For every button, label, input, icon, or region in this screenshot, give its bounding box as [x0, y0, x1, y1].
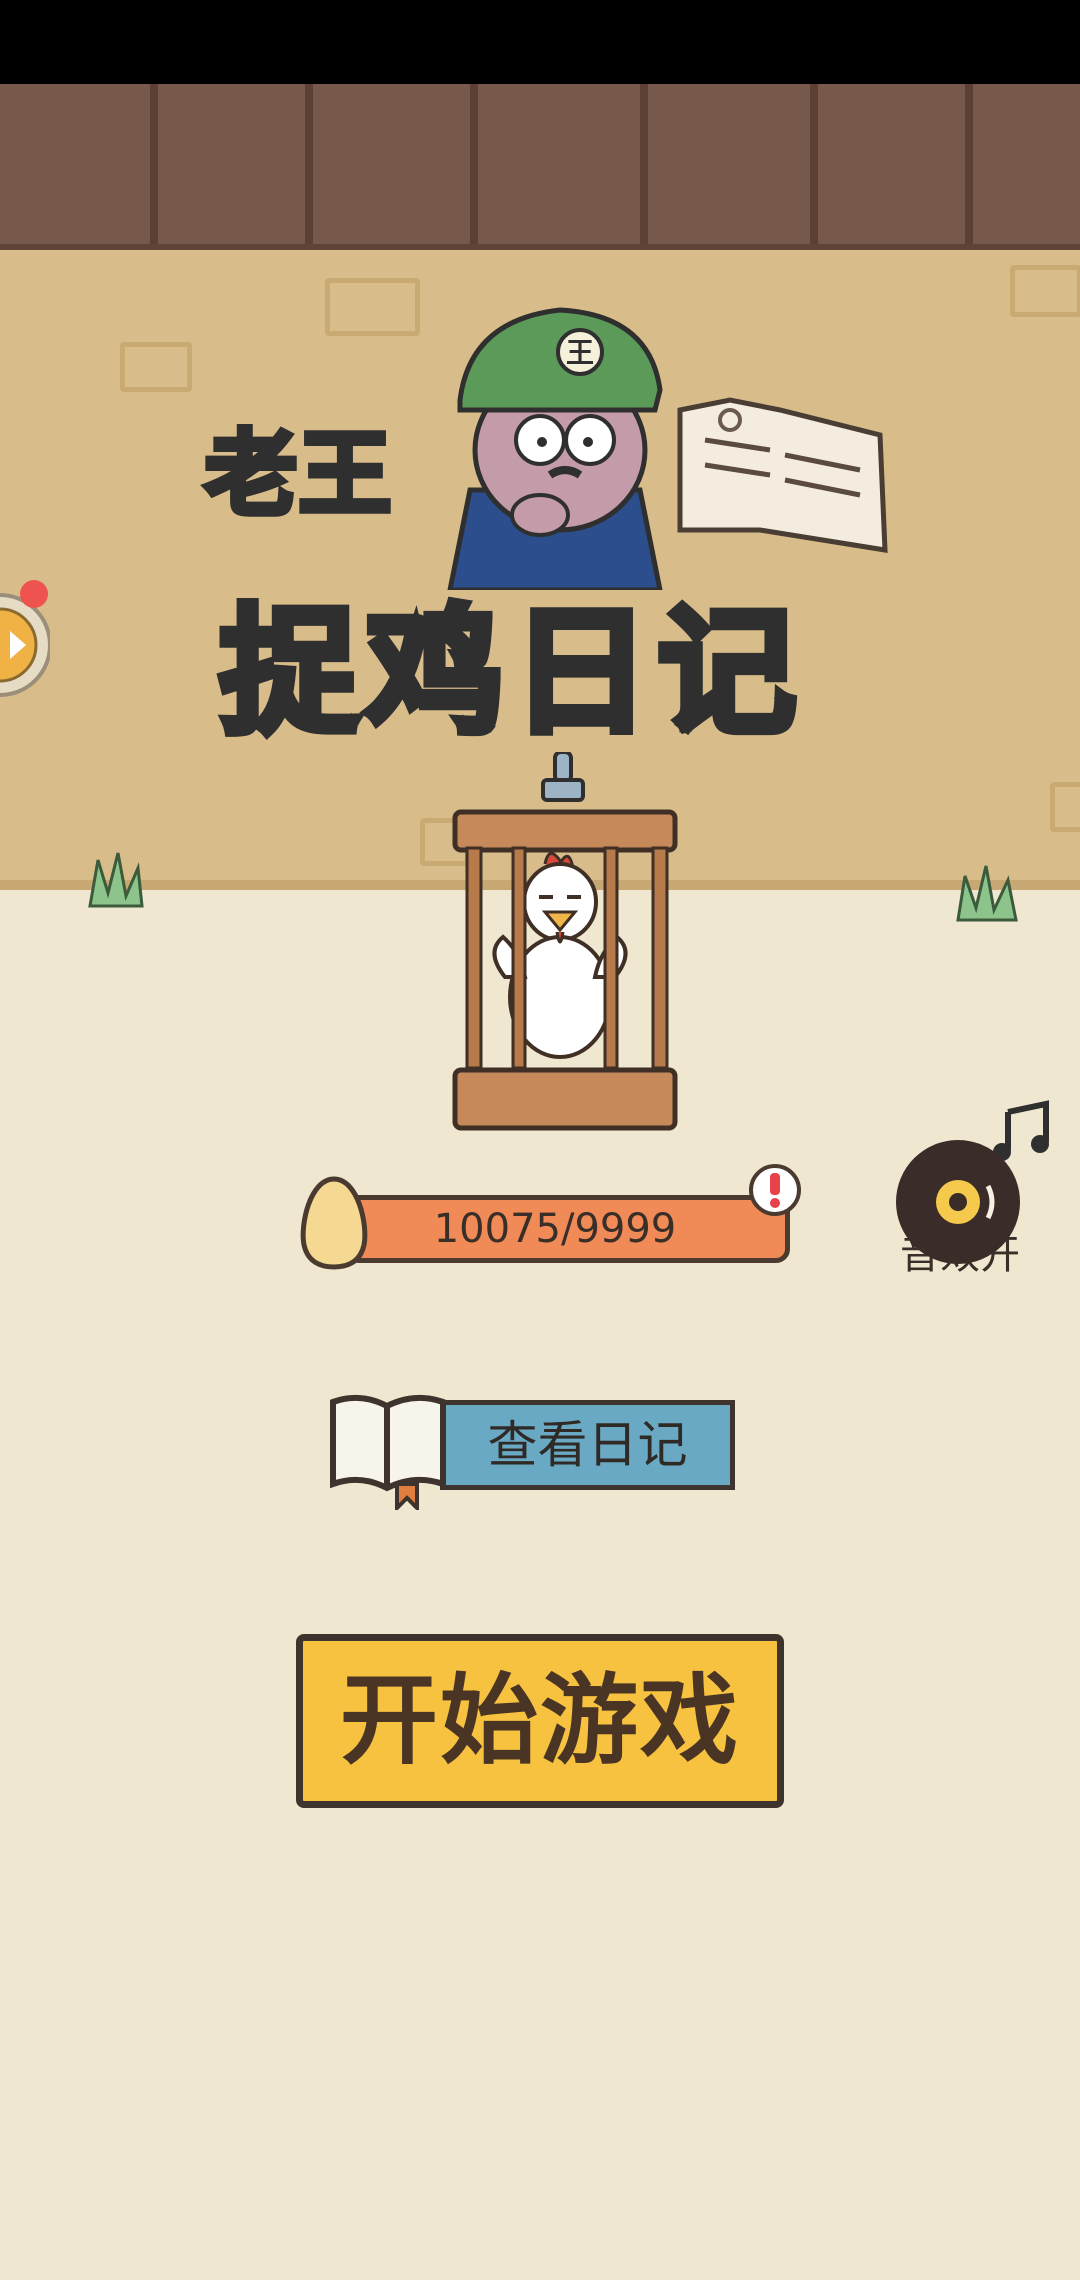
svg-text:王: 王: [566, 336, 594, 369]
notification-dot: [20, 580, 48, 608]
cap-icon: 王: [457, 307, 663, 413]
grass-icon: [956, 865, 1018, 922]
sound-status-label: 音效开: [900, 1232, 1020, 1278]
egg-icon: [300, 1176, 368, 1270]
character-illustration: 王: [447, 307, 888, 590]
grass-icon: [88, 852, 144, 908]
wooden-roof: [0, 84, 1080, 250]
hook-icon: [541, 752, 585, 802]
music-note-icon: [993, 1100, 1049, 1161]
chicken-cage-illustration: [452, 752, 678, 1131]
book-icon: [330, 1394, 446, 1510]
book-icon: [677, 397, 888, 553]
game-title-line1: 老王: [202, 418, 394, 531]
egg-count: 10075/9999: [433, 1206, 677, 1252]
start-game-label: 开始游戏: [339, 1664, 740, 1778]
game-title-line2: 捉鸡日记: [216, 588, 805, 757]
view-diary-label: 查看日记: [487, 1416, 688, 1474]
status-bar: [0, 0, 1080, 84]
alert-icon[interactable]: [748, 1163, 802, 1217]
